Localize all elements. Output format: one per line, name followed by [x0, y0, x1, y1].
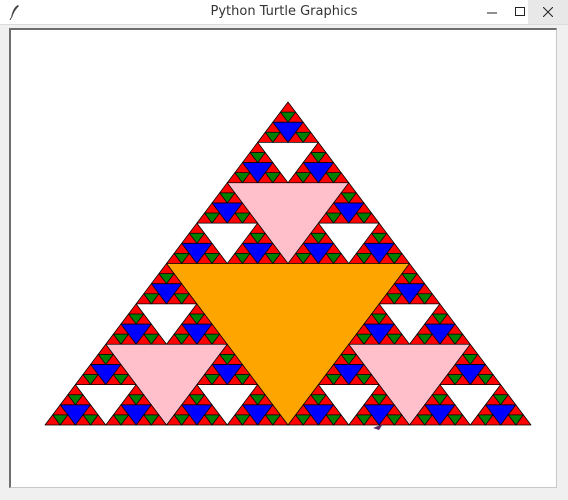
title-bar[interactable]: Python Turtle Graphics	[0, 0, 568, 25]
sierpinski-triangle	[44, 101, 532, 430]
minimize-icon	[487, 12, 497, 14]
minimize-button[interactable]	[478, 0, 506, 24]
close-button[interactable]	[528, 0, 568, 24]
close-icon	[543, 7, 553, 17]
turtle-canvas[interactable]	[9, 28, 557, 488]
maximize-icon	[515, 7, 525, 16]
